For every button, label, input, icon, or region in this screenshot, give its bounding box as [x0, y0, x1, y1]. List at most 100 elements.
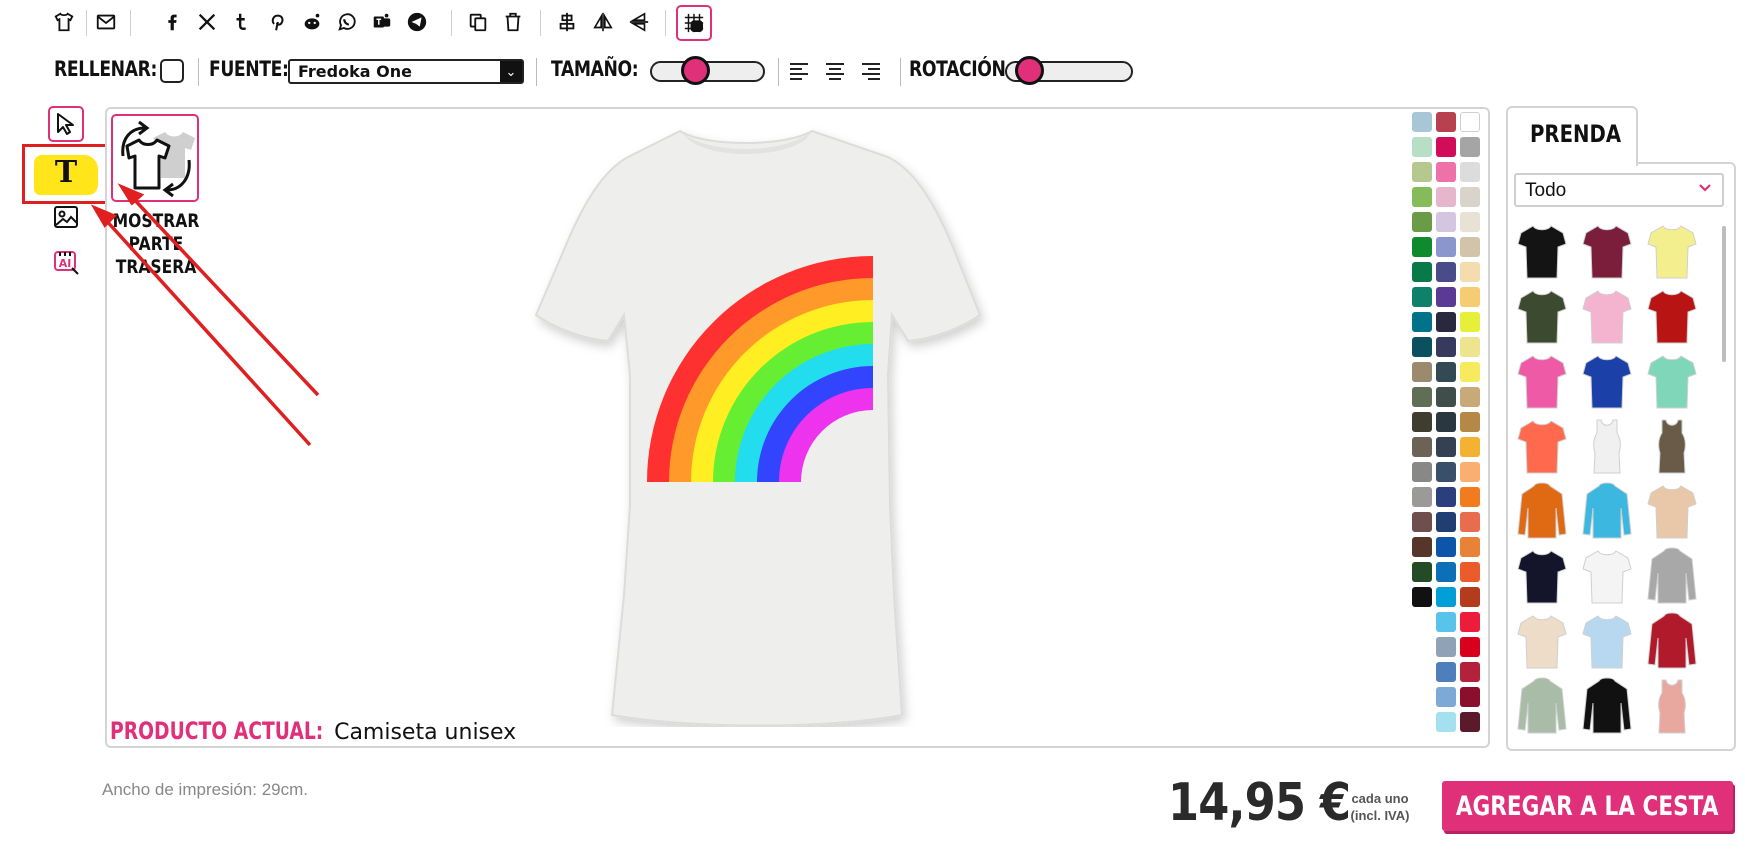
tab-garment[interactable]: PRENDA [1506, 106, 1638, 166]
color-swatch[interactable] [1460, 437, 1480, 457]
color-swatch[interactable] [1412, 262, 1432, 282]
color-swatch[interactable] [1412, 212, 1432, 232]
tshirt-icon[interactable] [50, 8, 78, 36]
garment-raglan-tshirt[interactable] [1581, 547, 1633, 605]
garment-varsity-jacket[interactable] [1646, 612, 1698, 670]
grid-icon[interactable] [676, 5, 712, 41]
color-swatch[interactable] [1460, 112, 1480, 132]
email-icon[interactable] [92, 8, 120, 36]
delete-icon[interactable] [499, 8, 527, 36]
align-center-icon[interactable] [553, 8, 581, 36]
color-swatch[interactable] [1412, 512, 1432, 532]
facebook-icon[interactable] [158, 8, 186, 36]
color-swatch[interactable] [1460, 537, 1480, 557]
image-tool-icon[interactable] [48, 199, 84, 235]
garment-turquoise-hoodie[interactable] [1581, 482, 1633, 540]
color-swatch[interactable] [1436, 237, 1456, 257]
pinterest-icon[interactable] [263, 8, 291, 36]
color-swatch[interactable] [1412, 137, 1432, 157]
color-swatch[interactable] [1460, 162, 1480, 182]
color-swatch[interactable] [1460, 612, 1480, 632]
duplicate-icon[interactable] [464, 8, 492, 36]
color-swatch[interactable] [1460, 362, 1480, 382]
color-swatch[interactable] [1436, 437, 1456, 457]
color-swatch[interactable] [1436, 337, 1456, 357]
color-swatch[interactable] [1436, 637, 1456, 657]
color-swatch[interactable] [1412, 437, 1432, 457]
color-swatch[interactable] [1460, 687, 1480, 707]
garment-navy-tshirt[interactable] [1516, 547, 1568, 605]
color-swatch[interactable] [1412, 462, 1432, 482]
color-swatch[interactable] [1460, 462, 1480, 482]
tumblr-icon[interactable] [228, 8, 256, 36]
garment-red-tshirt[interactable] [1646, 287, 1698, 345]
flip-horizontal-icon[interactable] [589, 8, 617, 36]
color-swatch[interactable] [1436, 137, 1456, 157]
garment-white-tank[interactable] [1581, 417, 1633, 475]
color-swatch[interactable] [1412, 412, 1432, 432]
font-select[interactable]: Fredoka One ⌄ [288, 59, 524, 84]
color-swatch[interactable] [1436, 287, 1456, 307]
color-swatch[interactable] [1412, 562, 1432, 582]
telegram-icon[interactable] [403, 8, 431, 36]
color-swatch[interactable] [1412, 312, 1432, 332]
color-swatch[interactable] [1436, 262, 1456, 282]
color-swatch[interactable] [1412, 362, 1432, 382]
color-swatch[interactable] [1412, 387, 1432, 407]
color-swatch[interactable] [1460, 562, 1480, 582]
ai-tool-icon[interactable]: AI [48, 244, 84, 280]
color-swatch[interactable] [1436, 537, 1456, 557]
garment-tie-dye-tshirt[interactable] [1646, 482, 1698, 540]
show-back-button[interactable] [111, 114, 199, 202]
color-swatch[interactable] [1436, 412, 1456, 432]
garment-cream-tshirt[interactable] [1516, 612, 1568, 670]
garment-burgundy-tshirt[interactable] [1581, 222, 1633, 280]
color-swatch[interactable] [1460, 237, 1480, 257]
color-swatch[interactable] [1460, 387, 1480, 407]
color-swatch[interactable] [1436, 662, 1456, 682]
color-swatch[interactable] [1412, 187, 1432, 207]
color-swatch[interactable] [1460, 137, 1480, 157]
color-swatch[interactable] [1460, 187, 1480, 207]
color-swatch[interactable] [1412, 287, 1432, 307]
select-tool-icon[interactable] [48, 106, 84, 142]
color-swatch[interactable] [1412, 337, 1432, 357]
color-swatch[interactable] [1460, 512, 1480, 532]
color-swatch[interactable] [1436, 612, 1456, 632]
teams-icon[interactable] [368, 8, 396, 36]
color-swatch[interactable] [1412, 487, 1432, 507]
align-right-icon[interactable] [862, 60, 886, 84]
x-icon[interactable] [193, 8, 221, 36]
color-swatch[interactable] [1460, 312, 1480, 332]
color-swatch[interactable] [1436, 587, 1456, 607]
color-swatch[interactable] [1436, 387, 1456, 407]
garment-orange-hoodie[interactable] [1516, 482, 1568, 540]
garment-grey-hoodie[interactable] [1646, 547, 1698, 605]
align-left-icon[interactable] [790, 60, 814, 84]
garment-coral-tshirt[interactable] [1516, 417, 1568, 475]
garment-pink-tshirt[interactable] [1581, 287, 1633, 345]
color-swatch[interactable] [1412, 162, 1432, 182]
color-swatch[interactable] [1460, 287, 1480, 307]
garment-royal-blue-tshirt[interactable] [1581, 352, 1633, 410]
color-swatch[interactable] [1412, 587, 1432, 607]
color-swatch[interactable] [1412, 237, 1432, 257]
color-swatch[interactable] [1460, 487, 1480, 507]
color-swatch[interactable] [1460, 262, 1480, 282]
rotation-slider-thumb[interactable] [1014, 56, 1044, 85]
reddit-icon[interactable] [298, 8, 326, 36]
color-swatch[interactable] [1436, 362, 1456, 382]
whatsapp-icon[interactable] [333, 8, 361, 36]
category-select[interactable]: Todo [1514, 173, 1724, 207]
color-swatch[interactable] [1436, 512, 1456, 532]
flip-vertical-icon[interactable] [625, 8, 653, 36]
garment-olive-tshirt[interactable] [1516, 287, 1568, 345]
garment-black-orange-hoodie[interactable] [1581, 677, 1633, 735]
color-swatch[interactable] [1460, 662, 1480, 682]
color-swatch[interactable] [1460, 337, 1480, 357]
garment-fuchsia-tshirt[interactable] [1516, 352, 1568, 410]
color-swatch[interactable] [1436, 212, 1456, 232]
color-swatch[interactable] [1436, 462, 1456, 482]
color-swatch[interactable] [1460, 212, 1480, 232]
add-to-cart-button[interactable]: AGREGAR A LA CESTA [1442, 781, 1733, 831]
